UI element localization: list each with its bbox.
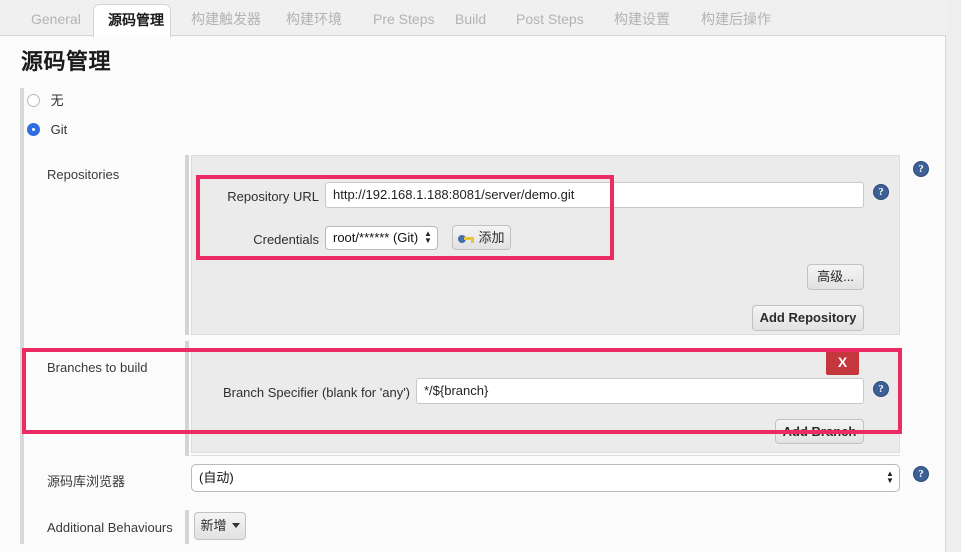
caret-down-icon xyxy=(231,523,240,528)
branches-panel: Branch Specifier (blank for 'any') */${b… xyxy=(191,349,900,453)
credentials-label: Credentials xyxy=(253,232,319,247)
repository-url-label: Repository URL xyxy=(227,189,319,204)
credentials-select[interactable]: root/****** (Git) ▲ ▼ xyxy=(325,226,438,250)
key-icon xyxy=(458,234,475,243)
credentials-select-value: root/****** (Git) xyxy=(333,230,419,245)
tab-post-steps[interactable]: Post Steps xyxy=(502,4,586,36)
repositories-rail xyxy=(185,155,189,335)
chevron-updown-icon: ▲ ▼ xyxy=(424,229,432,245)
divider xyxy=(191,455,900,456)
page-title: 源码管理 xyxy=(21,49,112,74)
radio-git-indicator xyxy=(27,123,40,136)
repositories-help-icon[interactable]: ? xyxy=(913,161,929,177)
repository-url-help-icon[interactable]: ? xyxy=(873,184,889,200)
add-branch-button[interactable]: Add Branch xyxy=(775,419,864,444)
tab-post-build[interactable]: 构建后操作 xyxy=(687,4,779,36)
additional-behaviours-label: Additional Behaviours xyxy=(47,520,173,535)
add-behaviour-button[interactable]: 新增 xyxy=(194,512,246,540)
radio-scm-none[interactable]: 无 xyxy=(27,92,64,110)
advanced-label: 高级... xyxy=(817,269,854,284)
repositories-panel: Repository URL http://192.168.1.188:8081… xyxy=(191,155,900,335)
branch-specifier-input[interactable]: */${branch} xyxy=(416,378,864,404)
tab-build[interactable]: Build xyxy=(441,4,491,36)
repository-browser-help-icon[interactable]: ? xyxy=(913,466,929,482)
page-outer-background xyxy=(946,0,961,552)
radio-scm-git[interactable]: Git xyxy=(27,121,67,139)
branch-specifier-help-icon[interactable]: ? xyxy=(873,381,889,397)
scm-config-page: General 源码管理 构建触发器 构建环境 Pre Steps Build … xyxy=(0,0,946,552)
repositories-label: Repositories xyxy=(47,167,120,182)
additional-behaviours-rail xyxy=(185,510,189,544)
repository-browser-select[interactable]: (自动) ▲ ▼ xyxy=(191,464,900,492)
tab-scm[interactable]: 源码管理 xyxy=(93,4,171,37)
add-repository-button[interactable]: Add Repository xyxy=(752,305,864,331)
repository-browser-value: (自动) xyxy=(199,470,234,485)
repository-browser-label: 源码库浏览器 xyxy=(47,474,126,489)
tab-build-env[interactable]: 构建环境 xyxy=(272,4,350,36)
delete-branch-button[interactable]: X xyxy=(826,350,859,375)
add-credentials-label: 添加 xyxy=(478,230,505,245)
add-credentials-button[interactable]: 添加 xyxy=(452,225,511,250)
add-branch-label: Add Branch xyxy=(782,424,857,439)
chevron-updown-icon: ▲ ▼ xyxy=(886,469,894,485)
tab-pre-steps[interactable]: Pre Steps xyxy=(359,4,434,36)
config-tab-bar: General 源码管理 构建触发器 构建环境 Pre Steps Build … xyxy=(0,0,946,37)
section-rail xyxy=(20,88,24,544)
branches-label: Branches to build xyxy=(47,360,148,375)
branch-specifier-label: Branch Specifier (blank for 'any') xyxy=(222,385,410,400)
repository-url-input[interactable]: http://192.168.1.188:8081/server/demo.gi… xyxy=(325,182,864,208)
radio-none-label: 无 xyxy=(50,93,64,108)
radio-git-label: Git xyxy=(50,122,68,137)
tab-build-triggers[interactable]: 构建触发器 xyxy=(177,4,269,36)
tab-general[interactable]: General xyxy=(17,4,83,36)
branches-rail xyxy=(185,341,189,456)
add-repository-label: Add Repository xyxy=(759,310,857,325)
add-behaviour-label: 新增 xyxy=(200,518,227,533)
advanced-button[interactable]: 高级... xyxy=(807,264,864,290)
radio-none-indicator xyxy=(27,94,40,107)
tab-build-settings[interactable]: 构建设置 xyxy=(600,4,678,36)
